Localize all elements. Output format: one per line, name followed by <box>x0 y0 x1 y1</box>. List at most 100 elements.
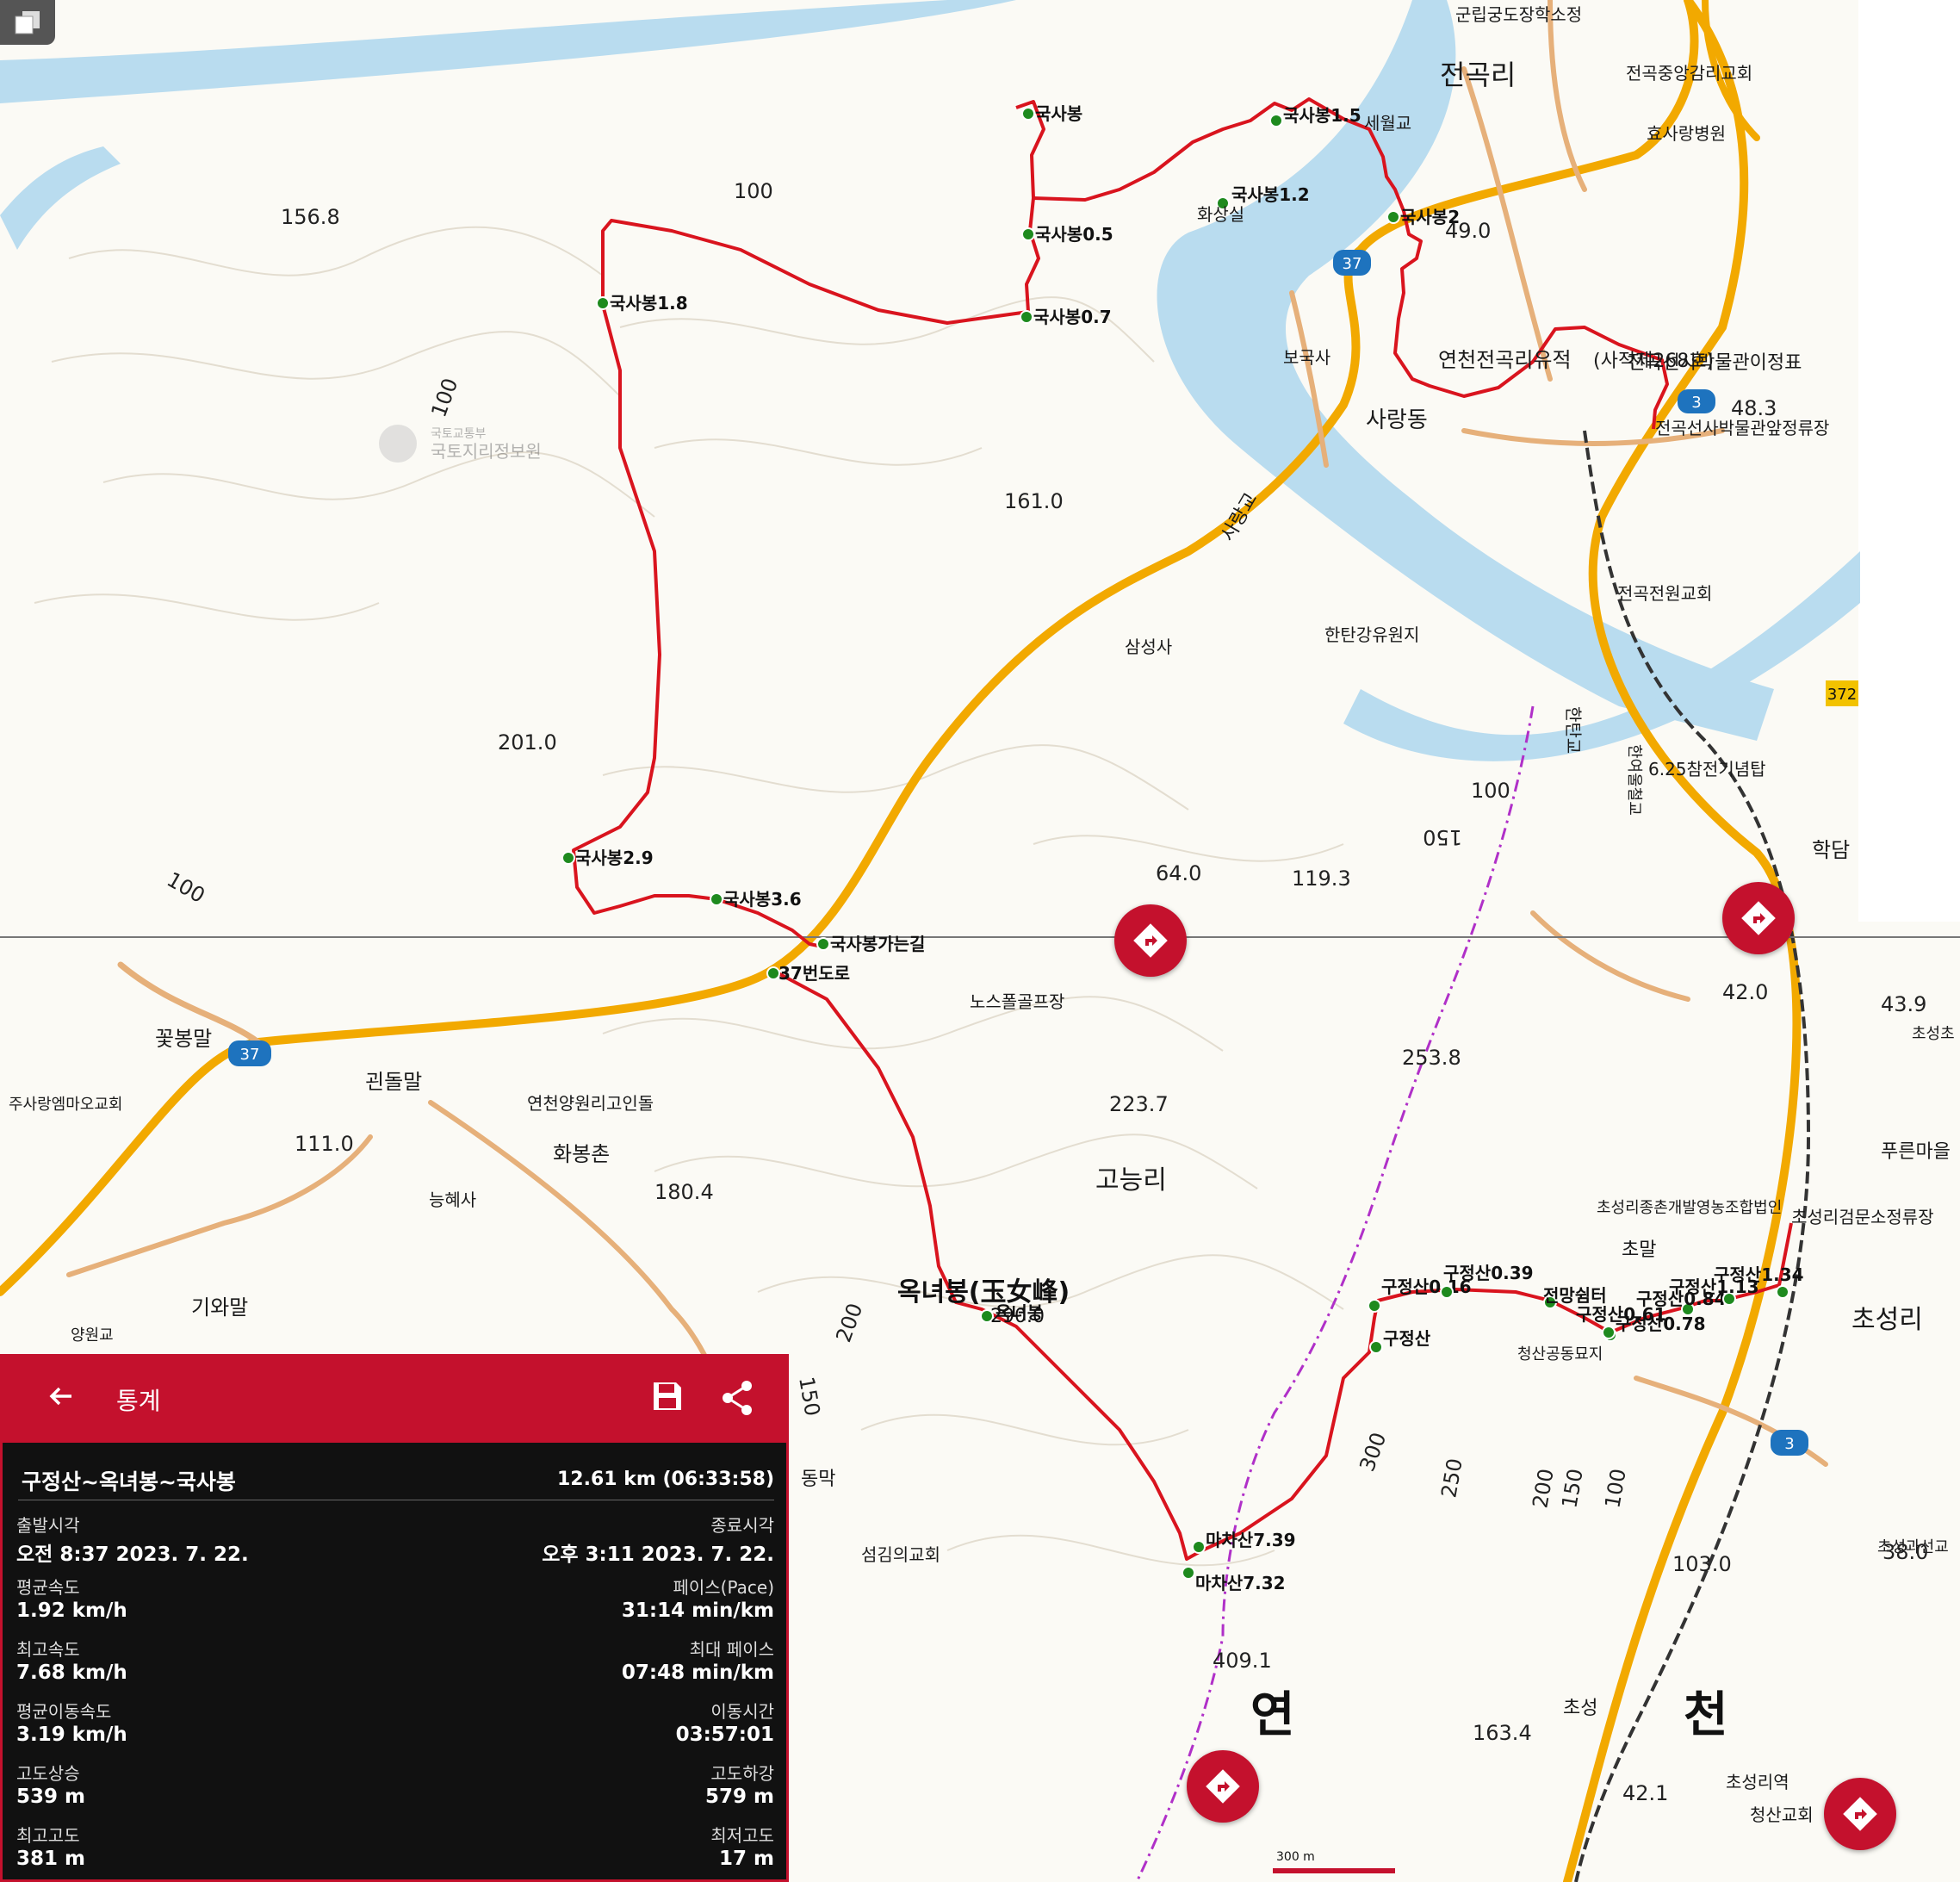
waypoint-dot[interactable] <box>1369 1340 1383 1354</box>
place-label: 초성리종촌개발영농조합법인 <box>1597 1199 1782 1217</box>
navigate-button[interactable] <box>1824 1778 1896 1850</box>
stat-left-key: 출발시각 <box>16 1515 80 1536</box>
stat-left-key: 평균속도 <box>16 1577 80 1598</box>
waypoint-dot[interactable] <box>1182 1566 1195 1580</box>
stat-right-value: 07:48 min/km <box>621 1662 774 1684</box>
waypoint-dot[interactable] <box>1269 114 1283 127</box>
route-shield: 3 <box>1678 389 1715 413</box>
waypoint-dot[interactable] <box>1776 1285 1789 1299</box>
svg-text:국토교통부: 국토교통부 <box>431 427 487 441</box>
stat-right-value: 17 m <box>719 1848 774 1870</box>
waypoint-label: 국사봉0.7 <box>1033 307 1112 327</box>
waypoint-marker[interactable]: 국사봉1.5 <box>1269 105 1361 127</box>
back-button[interactable] <box>46 1381 77 1415</box>
stat-right-key: 고도하강 <box>710 1763 774 1784</box>
svg-text:국토지리정보원: 국토지리정보원 <box>431 441 542 462</box>
elevation-label: 119.3 <box>1292 866 1351 891</box>
stat-row: 최고속도 7.68 km/h 최대 페이스 07:48 min/km <box>16 1636 774 1696</box>
panel-header: 통계 <box>3 1357 786 1443</box>
elevation-label: 38.0 <box>1882 1540 1928 1564</box>
waypoint-marker[interactable]: 국사봉3.6 <box>710 889 802 910</box>
place-label: 초성리검문소정류장 <box>1791 1207 1934 1227</box>
waypoint-marker[interactable]: 국사봉0.7 <box>1020 307 1112 327</box>
town-label: 학담 <box>1812 838 1850 862</box>
waypoint-dot[interactable] <box>816 937 830 951</box>
place-label: 청산공동묘지 <box>1517 1345 1603 1363</box>
waypoint-dot[interactable] <box>766 966 780 980</box>
stat-row: 평균이동속도 3.19 km/h 이동시간 03:57:01 <box>16 1698 774 1758</box>
waypoint-dot[interactable] <box>1020 310 1033 324</box>
place-label: 연천양원리고인돌 <box>527 1093 654 1114</box>
waypoint-marker[interactable]: 국사봉0.5 <box>1021 224 1113 245</box>
district-label: 천 <box>1684 1687 1728 1743</box>
place-label: 군립궁도장학소정 <box>1455 4 1582 25</box>
waypoint-label: 국사봉가는길 <box>830 934 925 954</box>
town-label: 사랑동 <box>1366 407 1428 433</box>
layers-button[interactable] <box>0 0 55 45</box>
route-shield: 37 <box>1333 250 1371 276</box>
waypoint-dot[interactable] <box>1021 227 1035 241</box>
waypoint-marker[interactable]: 마차산7.39 <box>1192 1530 1296 1554</box>
waypoint-marker[interactable]: 37번도로 <box>766 963 850 984</box>
stat-row: 평균속도 1.92 km/h 페이스(Pace) 31:14 min/km <box>16 1574 774 1634</box>
contour-label: 100 <box>734 179 773 203</box>
place-label: 한여울철교 <box>1625 744 1643 816</box>
stat-left-key: 최고속도 <box>16 1639 80 1660</box>
place-label: 한탄강유원지 <box>1324 624 1419 645</box>
elevation-label: 180.4 <box>654 1180 714 1204</box>
town-label: 초말 <box>1622 1239 1656 1261</box>
place-label: 세월교 <box>1364 113 1411 134</box>
waypoint-dot[interactable] <box>596 296 610 310</box>
svg-text:3: 3 <box>1784 1435 1794 1453</box>
waypoint-dot[interactable] <box>710 892 723 906</box>
town-label: 괸돌말 <box>365 1070 422 1094</box>
save-button[interactable] <box>650 1379 685 1417</box>
waypoint-dot[interactable] <box>1192 1540 1206 1554</box>
waypoint-marker[interactable]: 국사봉가는길 <box>816 934 925 954</box>
layers-icon <box>15 11 40 34</box>
stat-right-key: 최대 페이스 <box>689 1639 774 1660</box>
waypoint-dot[interactable] <box>561 851 575 865</box>
place-label: 한탄교 <box>1563 706 1584 754</box>
town-label: 푸른마을 <box>1881 1141 1951 1163</box>
contour-label: 100 <box>1471 779 1510 803</box>
waypoint-dot[interactable] <box>1440 1285 1454 1299</box>
waypoint-marker[interactable]: 국사봉2.9 <box>561 848 654 868</box>
svg-text:300 m: 300 m <box>1276 1850 1315 1864</box>
navigate-button[interactable] <box>1722 882 1795 954</box>
stat-left-key: 평균이동속도 <box>16 1701 112 1722</box>
svg-text:37: 37 <box>1343 255 1362 273</box>
track-distance-time: 12.61 km (06:33:58) <box>556 1469 774 1490</box>
stat-right-value: 31:14 min/km <box>621 1599 774 1622</box>
waypoint-dot[interactable] <box>1021 107 1035 121</box>
navigate-button[interactable] <box>1114 904 1187 977</box>
track-name: 구정산~옥녀봉~국사봉 <box>22 1469 236 1494</box>
elevation-label: 64.0 <box>1156 861 1201 885</box>
district-label: 연 <box>1250 1687 1295 1743</box>
stat-right-key: 종료시각 <box>710 1515 774 1536</box>
town-label: 초성 <box>1563 1698 1597 1719</box>
waypoint-label: 국사봉1.8 <box>610 293 688 314</box>
stat-right-value: 03:57:01 <box>675 1724 774 1746</box>
waypoint-dot[interactable] <box>1368 1299 1381 1313</box>
svg-text:3: 3 <box>1691 394 1701 412</box>
elevation-label: 223.7 <box>1109 1092 1169 1116</box>
navigate-button[interactable] <box>1187 1750 1259 1823</box>
route-shield: 37 <box>228 1040 271 1066</box>
peak-name: 옥녀봉(玉女峰) <box>897 1277 1070 1307</box>
share-button[interactable] <box>719 1379 757 1420</box>
place-label: 효사랑병원 <box>1647 123 1726 144</box>
town-label: 동막 <box>801 1469 835 1490</box>
waypoint-label: 구정산1.34 <box>1714 1264 1804 1285</box>
place-label: 삼성사 <box>1125 637 1172 657</box>
place-label: 초성리역 <box>1726 1772 1789 1792</box>
stat-left-value: 1.92 km/h <box>16 1599 127 1622</box>
waypoint-dot[interactable] <box>1602 1326 1616 1339</box>
stat-left-key: 최고고도 <box>16 1825 80 1846</box>
place-label: 노스폴골프장 <box>970 991 1064 1012</box>
waypoint-label: 마차산7.32 <box>1195 1573 1286 1593</box>
svg-text:372: 372 <box>1827 686 1857 704</box>
waypoint-dot[interactable] <box>1386 210 1400 224</box>
waypoint-marker[interactable]: 국사봉1.8 <box>596 293 688 314</box>
waypoint-label: 국사봉 <box>1035 103 1082 124</box>
